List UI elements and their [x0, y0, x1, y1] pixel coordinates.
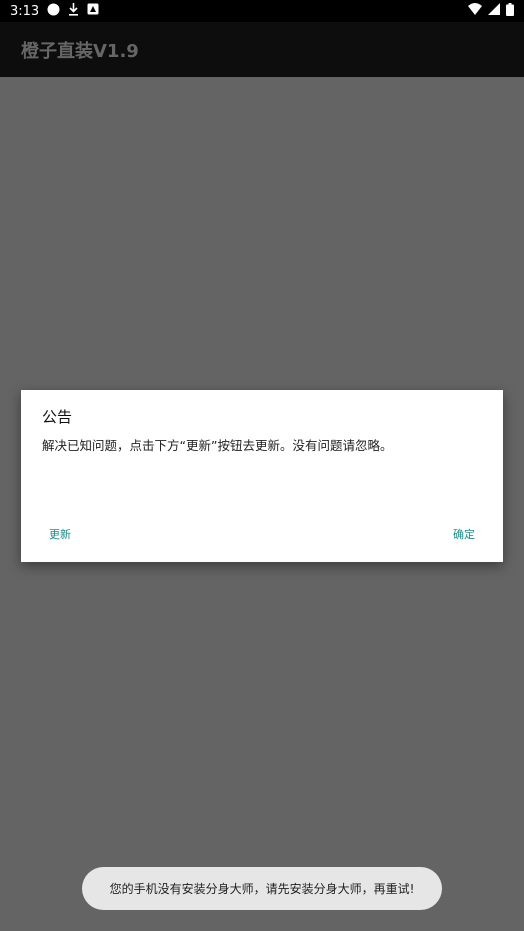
- dialog-title: 公告: [42, 408, 73, 426]
- announcement-dialog: 公告 解决已知问题，点击下方“更新”按钮去更新。没有问题请忽略。 更新 确定: [21, 390, 503, 562]
- status-left: 3:13: [10, 2, 99, 20]
- toast-text: 您的手机没有安装分身大师，请先安装分身大师，再重试!: [109, 882, 415, 896]
- status-bar: 3:13: [0, 0, 524, 22]
- signal-icon: [488, 3, 500, 19]
- app-title: 橙子直装V1.9: [21, 40, 139, 62]
- toast-message: 您的手机没有安装分身大师，请先安装分身大师，再重试!: [82, 867, 442, 910]
- battery-icon: [506, 2, 514, 20]
- wifi-icon: [468, 3, 482, 19]
- update-button[interactable]: 更新: [49, 526, 71, 542]
- dialog-message: 解决已知问题，点击下方“更新”按钮去更新。没有问题请忽略。: [42, 438, 393, 453]
- app-bar: 橙子直装V1.9: [0, 22, 524, 77]
- ok-button[interactable]: 确定: [453, 526, 475, 542]
- notification-icon: [87, 3, 99, 19]
- status-right: [468, 2, 514, 20]
- download-icon: [68, 2, 79, 20]
- status-time: 3:13: [10, 3, 40, 19]
- circle-icon: [47, 3, 60, 20]
